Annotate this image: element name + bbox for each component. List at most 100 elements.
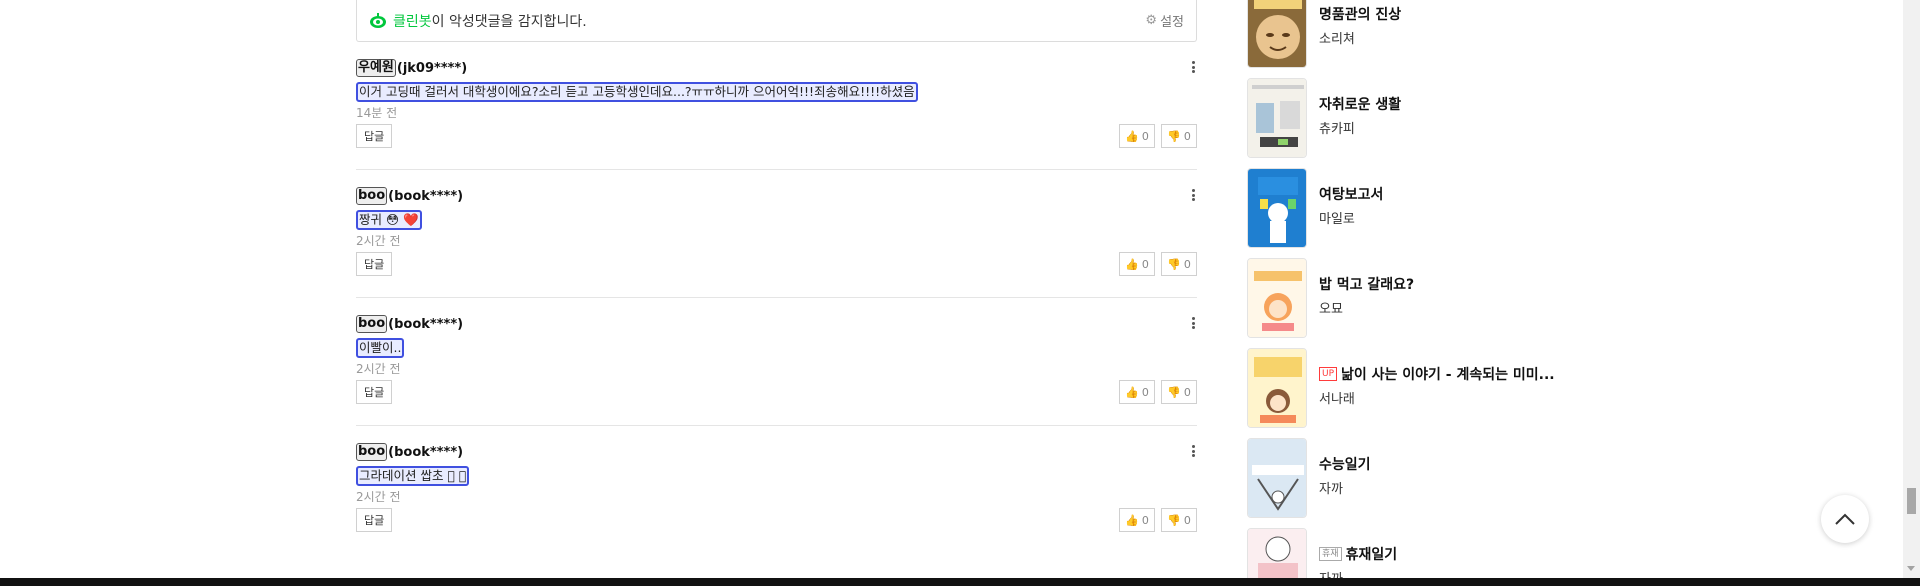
comment-item: boo (book****) 그라데이션 쌉초 🏻 🏼 2시간 전 답글 👍 0… (356, 426, 1197, 554)
comment-user-id: (jk09****) (396, 60, 468, 76)
comment-item: 우예원 (jk09****) 이거 고딩때 걸러서 대학생이에요?소리 듣고 고… (356, 42, 1197, 170)
webtoon-thumbnail[interactable] (1247, 0, 1307, 68)
webtoon-title: 밥 먹고 갈래요? (1319, 274, 1414, 294)
reply-button[interactable]: 답글 (356, 508, 393, 532)
chevron-up-icon (1835, 513, 1855, 525)
scrollbar-thumb[interactable] (1907, 488, 1916, 514)
cleanbot-brand[interactable]: 클린봇 (393, 11, 432, 31)
rest-badge: 휴재 (1319, 547, 1342, 561)
thumbs-up-icon: 👍 (1125, 385, 1139, 399)
cleanbot-bar: 클린봇 이 악성댓글을 감지합니다. ⚙ 설정 (356, 0, 1197, 42)
comment-item: boo (book****) 짱귀 😳 ❤️ 2시간 전 답글 👍 0 👎 0 (356, 170, 1197, 298)
cleanbot-icon (369, 12, 387, 30)
like-count: 0 (1141, 385, 1149, 399)
like-count: 0 (1141, 129, 1149, 143)
comment-user-id: (book****) (388, 444, 464, 460)
webtoon-author: 자까 (1319, 482, 1343, 497)
webtoon-list-item[interactable]: 밥 먹고 갈래요? 오묘 (1247, 258, 1647, 340)
reply-button[interactable]: 답글 (356, 124, 393, 148)
up-badge: UP (1319, 367, 1338, 381)
webtoon-title-text: 수능일기 (1319, 457, 1371, 473)
comment-user-id: (book****) (388, 188, 464, 204)
comment-author[interactable]: boo (book****) (356, 443, 463, 461)
dislike-button[interactable]: 👎 0 (1161, 508, 1197, 532)
webtoon-list-item[interactable]: UP 낢이 사는 이야기 - 계속되는 미미... 서나래 (1247, 348, 1647, 430)
thumbs-down-icon: 👎 (1167, 385, 1181, 399)
scroll-down-arrow-icon[interactable] (1907, 566, 1915, 571)
webtoon-title: UP 낢이 사는 이야기 - 계속되는 미미... (1319, 364, 1555, 384)
dislike-button[interactable]: 👎 0 (1161, 124, 1197, 148)
like-button[interactable]: 👍 0 (1119, 124, 1155, 148)
comment-text: 그라데이션 쌉초 🏻 🏼 (356, 466, 470, 486)
thumbs-up-icon: 👍 (1125, 129, 1139, 143)
comment-item: boo (book****) 이빨이.. 2시간 전 답글 👍 0 👎 0 (356, 298, 1197, 426)
comment-votes: 👍 0 👎 0 (1119, 380, 1197, 404)
webtoon-list-item[interactable]: 여탕보고서 마일로 (1247, 168, 1647, 250)
comment-author[interactable]: boo (book****) (356, 315, 463, 333)
thumbs-up-icon: 👍 (1125, 513, 1139, 527)
comment-nickname: boo (356, 315, 388, 333)
webtoon-title: 자취로운 생활 (1319, 94, 1401, 114)
webtoon-author: 마일로 (1319, 212, 1355, 227)
cleanbot-settings-button[interactable]: ⚙ 설정 (1145, 11, 1184, 30)
comment-time: 2시간 전 (356, 234, 401, 248)
like-button[interactable]: 👍 0 (1119, 380, 1155, 404)
webtoon-title-text: 낢이 사는 이야기 - 계속되는 미미... (1341, 367, 1555, 383)
webtoon-title-text: 명품관의 진상 (1319, 7, 1402, 23)
comment-time: 2시간 전 (356, 490, 401, 504)
comment-section: 클린봇 이 악성댓글을 감지합니다. ⚙ 설정 우예원 (jk09****) 이… (356, 0, 1197, 554)
webtoon-list-item[interactable]: 자취로운 생활 츄카피 (1247, 78, 1647, 160)
webtoon-author: 츄카피 (1319, 122, 1355, 137)
webtoon-title: 수능일기 (1319, 454, 1371, 474)
like-button[interactable]: 👍 0 (1119, 508, 1155, 532)
comment-author[interactable]: 우예원 (jk09****) (356, 59, 467, 77)
comment-time: 2시간 전 (356, 362, 401, 376)
page: 클린봇 이 악성댓글을 감지합니다. ⚙ 설정 우예원 (jk09****) 이… (0, 0, 1920, 586)
scroll-to-top-button[interactable] (1821, 495, 1869, 543)
more-options-icon[interactable] (1189, 187, 1197, 203)
more-options-icon[interactable] (1189, 315, 1197, 331)
like-button[interactable]: 👍 0 (1119, 252, 1155, 276)
thumbs-down-icon: 👎 (1167, 513, 1181, 527)
comment-nickname: boo (356, 443, 388, 461)
cleanbot-message: 이 악성댓글을 감지합니다. (431, 13, 587, 30)
vertical-scrollbar[interactable] (1903, 0, 1920, 578)
comment-nickname: boo (356, 187, 388, 205)
comment-time: 14분 전 (356, 106, 398, 120)
webtoon-list-item[interactable]: 명품관의 진상 소리쳐 (1247, 0, 1647, 70)
webtoon-title-text: 여탕보고서 (1319, 187, 1384, 203)
dislike-count: 0 (1183, 385, 1191, 399)
comment-text: 이빨이.. (356, 338, 405, 358)
comment-author[interactable]: boo (book****) (356, 187, 463, 205)
webtoon-title: 여탕보고서 (1319, 184, 1383, 204)
thumbs-up-icon: 👍 (1125, 257, 1139, 271)
webtoon-thumbnail[interactable] (1247, 348, 1307, 428)
dislike-count: 0 (1183, 513, 1191, 527)
reply-button[interactable]: 답글 (356, 252, 393, 276)
webtoon-title: 명품관의 진상 (1319, 4, 1401, 24)
comment-votes: 👍 0 👎 0 (1119, 508, 1197, 532)
reply-button[interactable]: 답글 (356, 380, 393, 404)
webtoon-thumbnail[interactable] (1247, 78, 1307, 158)
webtoon-list-item[interactable]: 수능일기 자까 (1247, 438, 1647, 520)
more-options-icon[interactable] (1189, 443, 1197, 459)
dislike-count: 0 (1183, 129, 1191, 143)
like-count: 0 (1141, 513, 1149, 527)
more-options-icon[interactable] (1189, 59, 1197, 75)
gear-icon: ⚙ (1145, 13, 1158, 28)
cleanbot-settings-label: 설정 (1160, 15, 1184, 30)
webtoon-author: 서나래 (1319, 392, 1355, 407)
like-count: 0 (1141, 257, 1149, 271)
dislike-button[interactable]: 👎 0 (1161, 252, 1197, 276)
webtoon-title-text: 자취로운 생활 (1319, 97, 1402, 113)
comment-votes: 👍 0 👎 0 (1119, 252, 1197, 276)
webtoon-thumbnail[interactable] (1247, 438, 1307, 518)
comment-text: 짱귀 😳 ❤️ (356, 210, 422, 230)
bottom-bar (0, 578, 1920, 586)
dislike-button[interactable]: 👎 0 (1161, 380, 1197, 404)
webtoon-title-text: 밥 먹고 갈래요? (1319, 277, 1415, 293)
webtoon-author: 소리쳐 (1319, 32, 1355, 47)
webtoon-thumbnail[interactable] (1247, 168, 1307, 248)
comment-votes: 👍 0 👎 0 (1119, 124, 1197, 148)
webtoon-thumbnail[interactable] (1247, 258, 1307, 338)
